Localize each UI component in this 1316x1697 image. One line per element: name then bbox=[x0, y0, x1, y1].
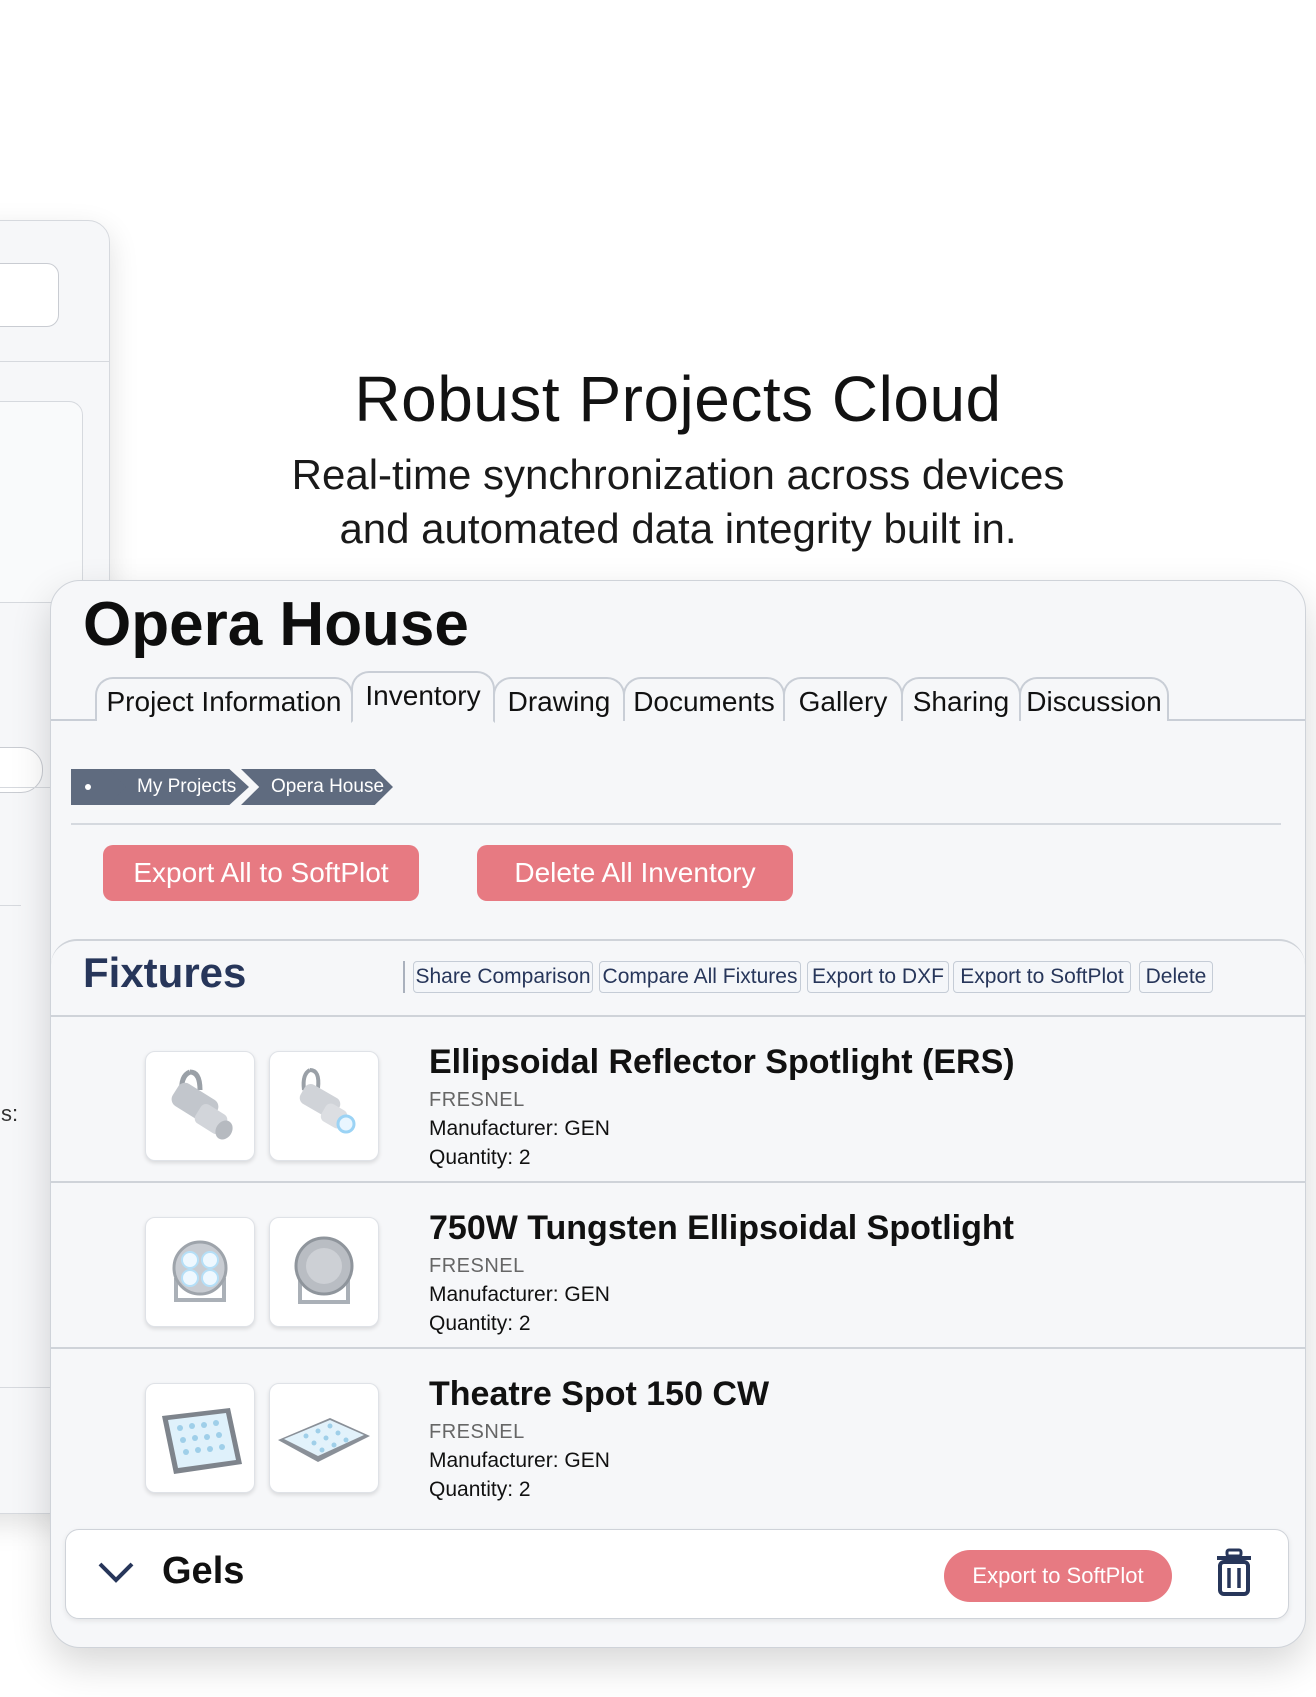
fixture-manufacturer: Manufacturer: GEN bbox=[429, 1283, 610, 1306]
export-all-to-softplot-button[interactable]: Export All to SoftPlot bbox=[103, 845, 419, 901]
hero-subtitle-line-1: Real-time synchronization across devices bbox=[291, 451, 1065, 498]
hero-subtitle-line-2: and automated data integrity built in. bbox=[339, 505, 1017, 552]
background-label: s: bbox=[1, 1101, 19, 1126]
fixture-row[interactable]: 750W Tungsten Ellipsoidal Spotlight FRES… bbox=[51, 1183, 1305, 1349]
fixture-quantity: Quantity: 2 bbox=[429, 1146, 531, 1169]
fixture-quantity: Quantity: 2 bbox=[429, 1312, 531, 1335]
ers-spotlight-icon[interactable] bbox=[145, 1051, 255, 1161]
breadcrumb-my-projects[interactable]: My Projects bbox=[109, 769, 249, 805]
trash-icon[interactable] bbox=[1214, 1548, 1254, 1603]
fixture-type: FRESNEL bbox=[429, 1089, 525, 1111]
gels-section: Gels Export to SoftPlot bbox=[65, 1529, 1289, 1619]
fixture-name: Ellipsoidal Reflector Spotlight (ERS) bbox=[429, 1043, 1015, 1081]
tab-sharing[interactable]: Sharing bbox=[901, 677, 1021, 721]
tab-bar: Project Information Inventory Drawing Do… bbox=[51, 671, 1305, 723]
tab-gallery[interactable]: Gallery bbox=[783, 677, 903, 721]
tab-inventory[interactable]: Inventory bbox=[351, 671, 495, 723]
ers-spotlight-front-icon[interactable] bbox=[269, 1051, 379, 1161]
par-can-back-icon[interactable] bbox=[269, 1217, 379, 1327]
fixtures-panel: Fixtures Share Comparison Compare All Fi… bbox=[51, 939, 1305, 1521]
fixtures-title: Fixtures bbox=[83, 949, 247, 996]
project-window: Opera House Project Information Inventor… bbox=[50, 580, 1306, 1648]
fixture-name: Theatre Spot 150 CW bbox=[429, 1375, 770, 1413]
background-text-field: e bbox=[0, 263, 59, 327]
led-panel-icon[interactable] bbox=[145, 1383, 255, 1493]
fixture-type: FRESNEL bbox=[429, 1421, 525, 1443]
fixture-row[interactable]: Ellipsoidal Reflector Spotlight (ERS) FR… bbox=[51, 1017, 1305, 1183]
divider bbox=[0, 905, 21, 906]
led-par-icon[interactable] bbox=[145, 1217, 255, 1327]
tab-discussion[interactable]: Discussion bbox=[1019, 677, 1169, 721]
fixture-type: FRESNEL bbox=[429, 1255, 525, 1277]
tab-documents[interactable]: Documents bbox=[623, 677, 785, 721]
gels-export-to-softplot-button[interactable]: Export to SoftPlot bbox=[944, 1550, 1172, 1602]
page-title: Opera House bbox=[83, 590, 469, 659]
delete-button[interactable]: Delete bbox=[1139, 961, 1213, 993]
fixture-manufacturer: Manufacturer: GEN bbox=[429, 1117, 610, 1140]
chevron-down-icon[interactable] bbox=[96, 1556, 136, 1595]
divider bbox=[71, 823, 1281, 825]
breadcrumb-opera-house[interactable]: Opera House bbox=[241, 769, 393, 805]
hero-subtitle: Real-time synchronization across devices… bbox=[0, 448, 1316, 556]
gels-title: Gels bbox=[162, 1550, 245, 1592]
home-dot-icon bbox=[85, 784, 91, 790]
tab-project-information[interactable]: Project Information bbox=[95, 677, 353, 721]
fixture-quantity: Quantity: 2 bbox=[429, 1478, 531, 1501]
export-to-dxf-button[interactable]: Export to DXF bbox=[807, 961, 949, 993]
delete-all-inventory-button[interactable]: Delete All Inventory bbox=[477, 845, 793, 901]
fixture-manufacturer: Manufacturer: GEN bbox=[429, 1449, 610, 1472]
toolbar-separator bbox=[403, 961, 405, 993]
hero-title: Robust Projects Cloud bbox=[354, 363, 1002, 435]
fixture-row[interactable]: Theatre Spot 150 CW FRESNEL Manufacturer… bbox=[51, 1349, 1305, 1513]
compare-all-fixtures-button[interactable]: Compare All Fixtures bbox=[599, 961, 801, 993]
led-panel-angled-icon[interactable] bbox=[269, 1383, 379, 1493]
share-comparison-button[interactable]: Share Comparison bbox=[413, 961, 593, 993]
fixture-name: 750W Tungsten Ellipsoidal Spotlight bbox=[429, 1209, 1014, 1247]
tab-drawing[interactable]: Drawing bbox=[493, 677, 625, 721]
export-to-softplot-button[interactable]: Export to SoftPlot bbox=[953, 961, 1131, 993]
